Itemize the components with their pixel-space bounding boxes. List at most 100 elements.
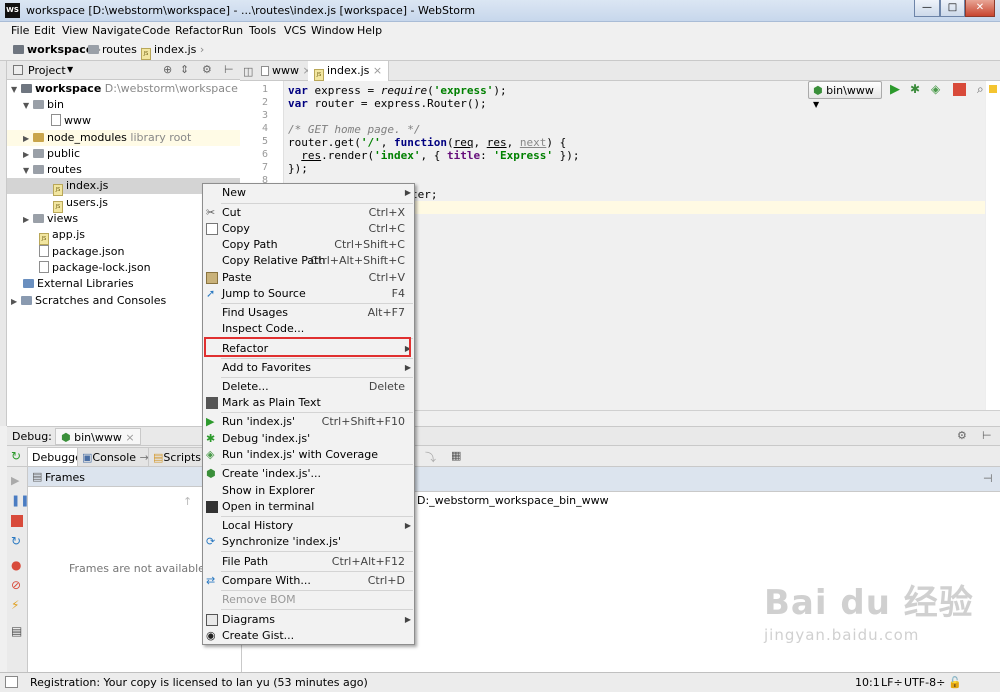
menu-item-compare-with[interactable]: ⇄ Compare With... Ctrl+D bbox=[203, 573, 414, 589]
menu-item-synchronize[interactable]: ⟳ Synchronize 'index.js' bbox=[203, 534, 414, 550]
menu-item-file-path[interactable]: File Path Ctrl+Alt+F12 bbox=[203, 554, 414, 570]
file-encoding[interactable]: UTF-8÷ bbox=[904, 676, 945, 689]
lock-icon[interactable]: 🔓 bbox=[948, 676, 962, 689]
chevron-down-icon[interactable]: ▼ bbox=[67, 65, 73, 74]
tree-item-www[interactable]: www bbox=[7, 113, 240, 129]
tree-item-routes[interactable]: ▼ routes bbox=[7, 162, 240, 178]
menu-item-create-gist[interactable]: ◉ Create Gist... bbox=[203, 628, 414, 644]
breadcrumb-index-js[interactable]: JS index.js › bbox=[141, 43, 204, 60]
tab-list-icon[interactable]: ◫ bbox=[243, 65, 253, 78]
close-button[interactable]: ✕ bbox=[965, 0, 995, 17]
tree-item-bin[interactable]: ▼ bin bbox=[7, 97, 240, 113]
folder-icon bbox=[13, 45, 24, 54]
code-line: /* GET home page. */ bbox=[288, 123, 421, 136]
hide-panel-icon[interactable]: ⊢ bbox=[224, 63, 234, 76]
plain-text-icon bbox=[206, 397, 218, 409]
menu-refactor[interactable]: Refactor bbox=[175, 24, 221, 37]
line-number: 2 bbox=[261, 97, 268, 108]
menu-item-new[interactable]: New ▶ bbox=[203, 185, 414, 201]
menu-item-jump-to-source[interactable]: ➚ Jump to Source F4 bbox=[203, 286, 414, 302]
menu-vcs[interactable]: VCS bbox=[284, 24, 306, 37]
menu-navigate[interactable]: Navigate bbox=[92, 24, 141, 37]
status-icon[interactable] bbox=[5, 676, 18, 688]
tree-item-workspace[interactable]: ▼ workspace D:\webstorm\workspace bbox=[7, 81, 240, 97]
status-message: Registration: Your copy is licensed to l… bbox=[30, 676, 368, 689]
debug-icon: ✱ bbox=[206, 432, 216, 445]
menu-item-diagrams[interactable]: Diagrams ▶ bbox=[203, 612, 414, 628]
folder-icon bbox=[33, 133, 44, 142]
refresh-icon[interactable]: ↻ bbox=[11, 535, 23, 547]
chevron-right-icon[interactable]: ▶ bbox=[23, 212, 33, 228]
json-file-icon bbox=[39, 245, 49, 257]
rerun-icon[interactable]: ↻ bbox=[11, 449, 21, 463]
chevron-right-icon[interactable]: ▶ bbox=[11, 294, 21, 310]
menu-item-create-run-config[interactable]: ⬢ Create 'index.js'... bbox=[203, 466, 414, 482]
menu-view[interactable]: View bbox=[62, 24, 88, 37]
menu-item-show-in-explorer[interactable]: Show in Explorer bbox=[203, 483, 414, 499]
chevron-down-icon[interactable]: ▼ bbox=[23, 163, 33, 179]
split-icon[interactable]: ⊣ bbox=[983, 472, 993, 485]
menu-item-add-to-favorites[interactable]: Add to Favorites ▶ bbox=[203, 360, 414, 376]
chevron-down-icon[interactable]: ▼ bbox=[23, 98, 33, 114]
chevron-down-icon[interactable]: ▼ bbox=[11, 82, 21, 98]
menu-item-local-history[interactable]: Local History ▶ bbox=[203, 518, 414, 534]
menu-tools[interactable]: Tools bbox=[249, 24, 276, 37]
menu-window[interactable]: Window bbox=[311, 24, 354, 37]
tab-console[interactable]: ▣Console →* bbox=[77, 447, 160, 466]
inspection-status-icon[interactable] bbox=[989, 85, 997, 93]
menu-code[interactable]: Code bbox=[142, 24, 170, 37]
menu-separator bbox=[221, 377, 413, 378]
menu-item-copy[interactable]: Copy Ctrl+C bbox=[203, 221, 414, 237]
breadcrumb-routes[interactable]: routes › bbox=[88, 43, 145, 56]
editor-scrollbar[interactable] bbox=[985, 81, 1000, 410]
menu-run[interactable]: Run bbox=[222, 24, 243, 37]
menu-separator bbox=[221, 203, 413, 204]
debug-config-tab[interactable]: ⬢ bin\www × bbox=[55, 428, 141, 445]
close-icon[interactable]: × bbox=[125, 431, 134, 444]
sync-icon[interactable]: ⊕ bbox=[163, 63, 172, 76]
chevron-right-icon[interactable]: ▶ bbox=[23, 131, 33, 147]
menu-item-cut[interactable]: ✂ Cut Ctrl+X bbox=[203, 205, 414, 221]
hide-panel-icon[interactable]: ⊢ bbox=[982, 429, 992, 442]
menu-edit[interactable]: Edit bbox=[34, 24, 55, 37]
mute-breakpoints-icon[interactable]: ⊘ bbox=[11, 579, 23, 591]
arrow-up-icon[interactable]: ↑ bbox=[183, 495, 192, 508]
menu-item-run-with-coverage[interactable]: ◈ Run 'index.js' with Coverage bbox=[203, 447, 414, 463]
layout-icon[interactable]: ▤ bbox=[11, 625, 23, 637]
menu-item-mark-as-plain-text[interactable]: Mark as Plain Text bbox=[203, 395, 414, 411]
caret-position[interactable]: 10:1 bbox=[855, 676, 880, 689]
pause-icon[interactable]: ❚❚ bbox=[11, 495, 29, 507]
project-panel-title[interactable]: Project bbox=[28, 64, 66, 77]
menu-item-debug[interactable]: ✱ Debug 'index.js' bbox=[203, 431, 414, 447]
menu-help[interactable]: Help bbox=[357, 24, 382, 37]
resume-icon[interactable]: ▶ bbox=[11, 475, 23, 487]
line-separator[interactable]: LF÷ bbox=[881, 676, 903, 689]
maximize-button[interactable]: □ bbox=[940, 0, 965, 17]
menu-item-copy-path[interactable]: Copy Path Ctrl+Shift+C bbox=[203, 237, 414, 253]
line-number: 7 bbox=[261, 162, 268, 173]
table-icon[interactable]: ▦ bbox=[451, 449, 461, 462]
breakpoints-icon[interactable]: ● bbox=[11, 559, 23, 571]
collapse-icon[interactable]: ⇕ bbox=[180, 63, 189, 76]
file-icon bbox=[51, 114, 61, 126]
menu-item-find-usages[interactable]: Find Usages Alt+F7 bbox=[203, 305, 414, 321]
menu-item-copy-relative-path[interactable]: Copy Relative Path Ctrl+Alt+Shift+C bbox=[203, 253, 414, 269]
tree-item-node-modules[interactable]: ▶ node_modules library root bbox=[7, 130, 240, 146]
lightning-icon[interactable]: ⚡ bbox=[11, 599, 23, 611]
chevron-right-icon[interactable]: ▶ bbox=[23, 147, 33, 163]
menu-item-open-in-terminal[interactable]: Open in terminal bbox=[203, 499, 414, 515]
minimize-button[interactable]: — bbox=[914, 0, 940, 17]
gear-icon[interactable]: ⚙ bbox=[957, 429, 967, 442]
close-icon[interactable]: × bbox=[373, 64, 382, 77]
debug-side-toolbar: ▶ ❚❚ ↻ ● ⊘ ⚡ ▤ bbox=[7, 467, 29, 672]
stop-icon[interactable] bbox=[11, 515, 23, 527]
menu-item-run[interactable]: ▶ Run 'index.js' Ctrl+Shift+F10 bbox=[203, 414, 414, 430]
step-icon[interactable]: ⤵ bbox=[425, 449, 436, 465]
menu-item-inspect-code[interactable]: Inspect Code... bbox=[203, 321, 414, 337]
menu-item-delete[interactable]: Delete... Delete bbox=[203, 379, 414, 395]
menu-item-paste[interactable]: Paste Ctrl+V bbox=[203, 270, 414, 286]
gear-icon[interactable]: ⚙ bbox=[202, 63, 212, 76]
menu-file[interactable]: File bbox=[11, 24, 29, 37]
tab-index-js[interactable]: JS index.js × bbox=[308, 61, 390, 81]
tree-item-public[interactable]: ▶ public bbox=[7, 146, 240, 162]
